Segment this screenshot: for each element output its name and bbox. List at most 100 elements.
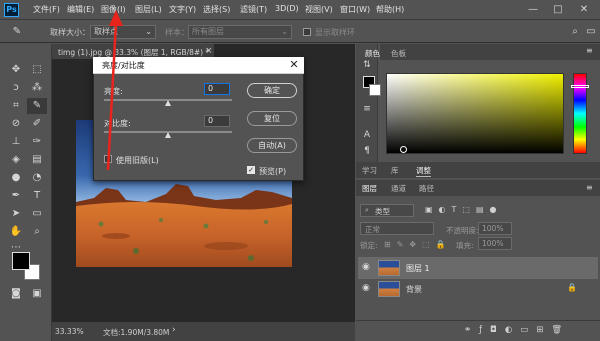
sample-size-label: 取样大小： [50,28,90,37]
fill-input[interactable]: 100% [478,237,512,250]
lock-icons[interactable]: ⊞✎✥⬚🔒 [384,240,452,249]
hue-slider-handle[interactable] [571,85,589,88]
layer-name[interactable]: 图层 1 [406,263,430,274]
menu-image[interactable]: 图像(I) [101,4,126,15]
ok-button[interactable]: 确定 [247,83,297,98]
screen-mode-icon[interactable]: ▣ [27,286,47,302]
dialog-title: 亮度/对比度 [102,61,145,70]
workspace-icon[interactable]: ▭ [584,25,598,39]
eyedropper-tool-icon[interactable]: ✎ [27,98,47,114]
tab-layers[interactable]: 图层 [362,183,377,194]
sample-select[interactable]: 所有图层 ⌄ [188,25,292,39]
menu-layer[interactable]: 图层(L) [135,4,162,15]
brightness-input[interactable]: 0 [204,83,230,95]
blend-mode-select[interactable]: 正常 [360,222,434,235]
contrast-input[interactable]: 0 [204,115,230,127]
history-brush-tool-icon[interactable]: ✑ [27,134,47,150]
move-tool-icon[interactable]: ✥ [6,62,26,78]
color-picker-field[interactable] [386,73,564,154]
layer-filter-select[interactable]: ⌕ 类型 [360,204,414,217]
layer-thumbnail [378,260,400,276]
hand-tool-icon[interactable]: ✋ [6,224,26,240]
history-panel-icon[interactable]: ⇅ [360,60,374,72]
preview-checkbox[interactable]: ✓ [247,166,255,174]
zoom-tool-icon[interactable]: ⌕ [27,224,47,240]
layer-name[interactable]: 背景 [406,284,422,295]
marquee-tool-icon[interactable]: ⬚ [27,62,47,78]
menu-3d[interactable]: 3D(D) [275,4,299,13]
tab-swatches[interactable]: 色板 [391,48,406,59]
crop-tool-icon[interactable]: ⌗ [6,98,26,114]
paragraph-panel-icon[interactable]: ¶ [360,146,374,158]
contrast-slider-thumb[interactable] [165,132,171,138]
zoom-level[interactable]: 33.33% [55,327,84,336]
path-select-tool-icon[interactable]: ➤ [6,206,26,222]
sample-size-select[interactable]: 取样点 ⌄ [90,25,156,39]
legacy-checkbox[interactable] [104,155,112,163]
layers-footer-icons[interactable]: ⚭ƒ◘◐▭⊞🗑 [464,325,570,335]
close-tab-icon[interactable]: × [205,46,213,56]
show-ring-label: 显示取样环 [315,28,355,37]
minimize-icon[interactable]: — [524,2,542,17]
tab-color[interactable]: 颜色 [365,48,380,59]
dialog-close-icon[interactable]: ✕ [286,57,302,74]
search-icon[interactable]: ⌕ [568,25,582,39]
shape-tool-icon[interactable]: ▭ [27,206,47,222]
status-arrow-icon[interactable]: › [172,325,176,335]
menu-select[interactable]: 选择(S) [203,4,230,15]
visibility-eye-icon[interactable]: ◉ [362,283,370,293]
quick-select-tool-icon[interactable]: ⁂ [27,80,47,96]
tab-adjustments[interactable]: 调整 [416,165,431,177]
tab-paths[interactable]: 路径 [419,183,434,194]
blur-tool-icon[interactable]: ● [6,170,26,186]
status-bar [52,322,355,341]
fill-value: 100% [482,239,504,248]
quick-mask-icon[interactable]: ◙ [6,286,26,302]
menu-filter[interactable]: 滤镜(T) [240,4,267,15]
panel-menu-icon[interactable]: ≡ [586,46,593,55]
tab-learn[interactable]: 学习 [362,165,377,176]
layer-thumbnail [378,281,400,297]
reset-button[interactable]: 复位 [247,111,297,126]
menu-view[interactable]: 视图(V) [305,4,333,15]
layer-filter-icons[interactable]: ▣◐T⬚▤● [425,205,503,214]
opacity-input[interactable]: 100% [478,222,512,235]
brightness-slider-thumb[interactable] [165,100,171,106]
maximize-icon[interactable]: □ [549,2,567,17]
lock-icon: 🔒 [567,283,577,292]
menu-edit[interactable]: 编辑(E) [67,4,94,15]
tab-channels[interactable]: 通道 [391,183,406,194]
blend-mode-value: 正常 [365,225,380,234]
character-panel-icon[interactable]: A [360,130,374,142]
color-picker-cursor[interactable] [400,146,407,153]
gradient-tool-icon[interactable]: ▤ [27,152,47,168]
canvas-image[interactable] [76,176,292,267]
type-tool-icon[interactable]: T [27,188,47,204]
color-panel-tabbar [380,44,600,60]
sample-label: 样本： [165,28,189,37]
menu-window[interactable]: 窗口(W) [340,4,370,15]
lasso-tool-icon[interactable]: ↄ [6,80,26,96]
visibility-eye-icon[interactable]: ◉ [362,262,370,272]
close-window-icon[interactable]: ✕ [575,2,593,17]
eraser-tool-icon[interactable]: ◈ [6,152,26,168]
pen-tool-icon[interactable]: ✒ [6,188,26,204]
clone-stamp-tool-icon[interactable]: ⊥ [6,134,26,150]
photoshop-logo-icon[interactable]: Ps [4,3,19,17]
show-ring-checkbox[interactable] [303,28,311,36]
menu-help[interactable]: 帮助(H) [376,4,404,15]
dodge-tool-icon[interactable]: ◔ [27,170,47,186]
brush-tool-icon[interactable]: ✐ [27,116,47,132]
color-panel-background-swatch[interactable] [369,84,381,96]
tab-library[interactable]: 库 [391,165,399,176]
chevron-down-icon: ⌄ [281,27,288,36]
healing-brush-tool-icon[interactable]: ⊘ [6,116,26,132]
foreground-color-swatch-front[interactable] [12,252,30,270]
adjustments-panel-icon[interactable]: ≡ [360,104,374,116]
layers-menu-icon[interactable]: ≡ [586,183,593,192]
menu-file[interactable]: 文件(F) [33,4,60,15]
auto-button[interactable]: 自动(A) [247,138,297,153]
filter-search-icon: ⌕ [365,206,369,214]
eyedropper-tool-icon[interactable]: ✎ [8,25,26,39]
menu-type[interactable]: 文字(Y) [169,4,196,15]
